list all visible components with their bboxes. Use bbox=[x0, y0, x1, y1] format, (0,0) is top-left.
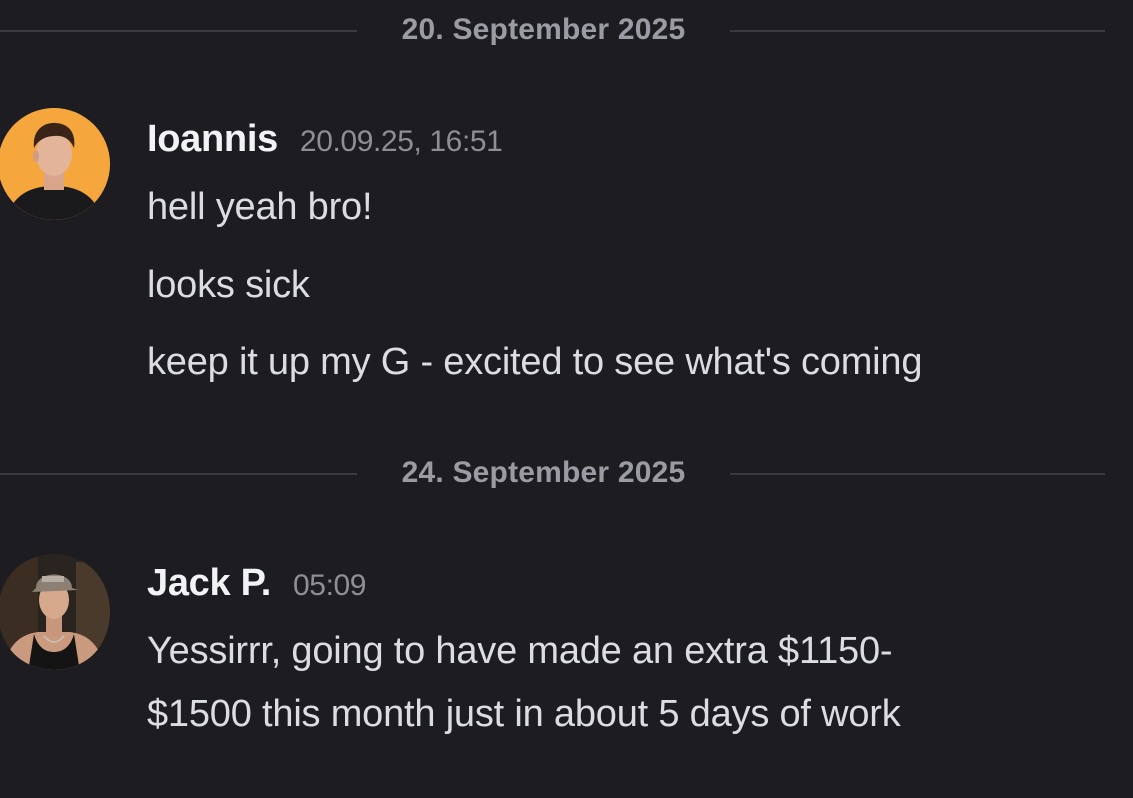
user-avatar-ioannis[interactable] bbox=[0, 108, 110, 220]
message-header: Ioannis 20.09.25, 16:51 bbox=[147, 118, 503, 161]
date-divider: 20. September 2025 bbox=[0, 13, 1105, 46]
divider-line bbox=[730, 30, 1105, 32]
message-timestamp: 05:09 bbox=[293, 569, 367, 602]
message-author[interactable]: Jack P. bbox=[147, 562, 271, 604]
divider-line bbox=[0, 30, 357, 32]
user-avatar-jack[interactable] bbox=[0, 552, 110, 672]
message-text: Yessirrr, going to have made an extra $1… bbox=[147, 630, 893, 672]
chat-message-list: 20. September 2025 Ioannis 20.09.25, 16:5… bbox=[0, 0, 1133, 798]
message-text: looks sick bbox=[147, 264, 310, 306]
date-divider-label: 20. September 2025 bbox=[401, 13, 686, 46]
message-text: $1500 this month just in about 5 days of… bbox=[147, 693, 901, 735]
message-text: hell yeah bro! bbox=[147, 186, 373, 228]
message-timestamp: 20.09.25, 16:51 bbox=[299, 125, 503, 158]
divider-line bbox=[0, 473, 357, 475]
date-divider: 24. September 2025 bbox=[0, 456, 1105, 489]
message-author[interactable]: Ioannis bbox=[147, 118, 278, 160]
date-divider-label: 24. September 2025 bbox=[401, 456, 686, 489]
message-header: Jack P. 05:09 bbox=[147, 562, 366, 605]
divider-line bbox=[730, 473, 1105, 475]
message-text: keep it up my G - excited to see what's … bbox=[147, 341, 923, 383]
